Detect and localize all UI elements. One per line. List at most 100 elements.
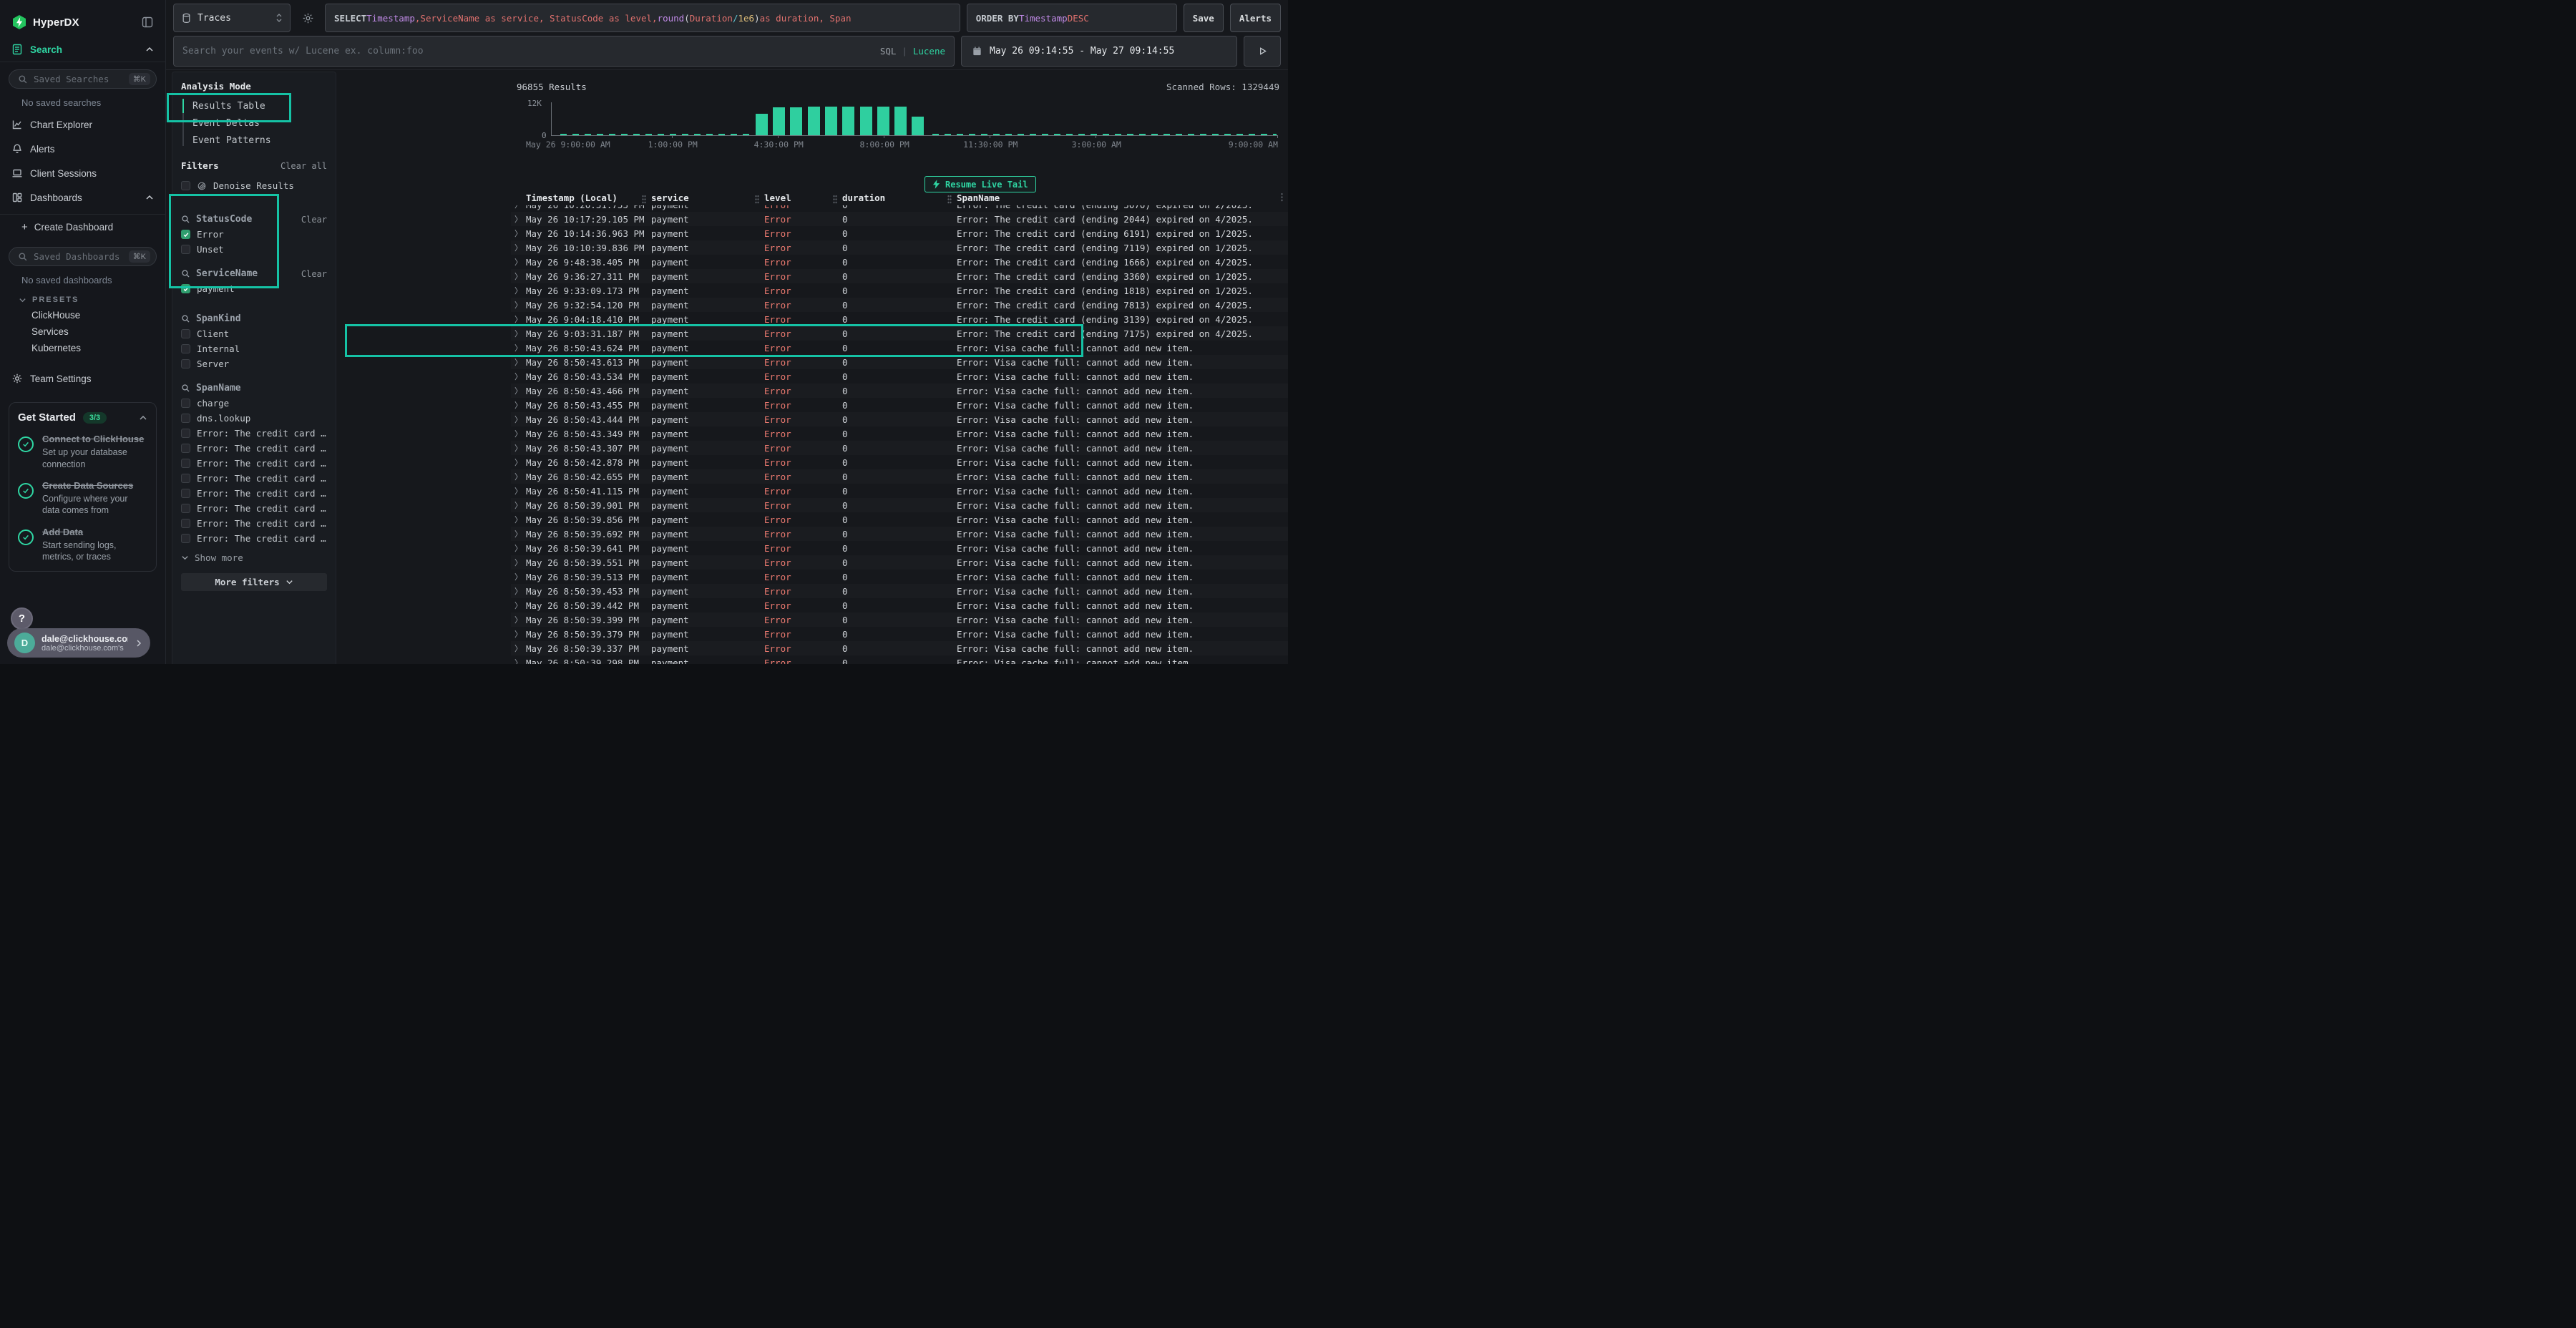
get-started-item[interactable]: Create Data SourcesConfigure where your …	[18, 480, 147, 517]
row-expand-chevron-icon[interactable]: 〉	[511, 342, 526, 353]
row-expand-chevron-icon[interactable]: 〉	[511, 499, 526, 511]
row-expand-chevron-icon[interactable]: 〉	[511, 600, 526, 611]
table-row[interactable]: 〉May 26 8:50:43.307 PMpaymentError0Error…	[511, 441, 1288, 455]
histogram-bar[interactable]	[756, 114, 768, 135]
histogram-bar[interactable]	[842, 107, 854, 135]
table-row[interactable]: 〉May 26 9:33:09.173 PMpaymentError0Error…	[511, 283, 1288, 298]
checkbox-unchecked[interactable]	[181, 519, 190, 528]
row-expand-chevron-icon[interactable]: 〉	[511, 643, 526, 654]
filter-option[interactable]: Error: The credit card …	[181, 531, 327, 546]
row-expand-chevron-icon[interactable]: 〉	[511, 456, 526, 468]
checkbox-unchecked[interactable]	[181, 444, 190, 453]
checkbox-unchecked[interactable]	[181, 181, 190, 190]
source-settings-gear-icon[interactable]	[297, 4, 318, 32]
table-row[interactable]: 〉May 26 8:50:39.337 PMpaymentError0Error…	[511, 641, 1288, 655]
filter-option[interactable]: Internal	[181, 341, 327, 356]
table-row[interactable]: 〉May 26 9:04:18.410 PMpaymentError0Error…	[511, 312, 1288, 326]
help-button[interactable]: ?	[11, 607, 33, 630]
checkbox-checked[interactable]	[181, 230, 190, 239]
table-row[interactable]: 〉May 26 8:50:43.466 PMpaymentError0Error…	[511, 384, 1288, 398]
table-options-dots-icon[interactable]	[1281, 192, 1283, 202]
preset-link-clickhouse[interactable]: ClickHouse	[0, 307, 165, 323]
filter-option[interactable]: Error	[181, 227, 327, 242]
filter-option[interactable]: Error: The credit card …	[181, 486, 327, 501]
preset-link-kubernetes[interactable]: Kubernetes	[0, 340, 165, 356]
analysis-mode-results-table[interactable]: Results Table	[185, 97, 327, 114]
histogram-bar[interactable]	[877, 107, 889, 135]
row-expand-chevron-icon[interactable]: 〉	[511, 585, 526, 597]
row-expand-chevron-icon[interactable]: 〉	[511, 328, 526, 339]
table-row[interactable]: 〉May 26 8:50:39.901 PMpaymentError0Error…	[511, 498, 1288, 512]
row-expand-chevron-icon[interactable]: 〉	[511, 270, 526, 282]
chevron-up-icon[interactable]	[139, 414, 147, 422]
row-expand-chevron-icon[interactable]: 〉	[511, 313, 526, 325]
analysis-mode-event-patterns[interactable]: Event Patterns	[185, 132, 327, 149]
table-row[interactable]: 〉May 26 8:50:42.878 PMpaymentError0Error…	[511, 455, 1288, 469]
histogram-bar[interactable]	[790, 107, 802, 135]
table-row[interactable]: 〉May 26 10:20:51.755 PMpaymentError0Erro…	[511, 205, 1288, 212]
table-row[interactable]: 〉May 26 10:10:39.836 PMpaymentError0Erro…	[511, 240, 1288, 255]
clear-all-link[interactable]: Clear all	[280, 161, 327, 171]
table-row[interactable]: 〉May 26 8:50:39.442 PMpaymentError0Error…	[511, 598, 1288, 612]
row-expand-chevron-icon[interactable]: 〉	[511, 213, 526, 225]
checkbox-unchecked[interactable]	[181, 414, 190, 423]
row-expand-chevron-icon[interactable]: 〉	[511, 414, 526, 425]
sidebar-item-dashboards[interactable]: Dashboards	[0, 185, 165, 210]
column-drag-handle-icon[interactable]	[833, 195, 837, 204]
row-expand-chevron-icon[interactable]: 〉	[511, 557, 526, 568]
table-row[interactable]: 〉May 26 8:50:41.115 PMpaymentError0Error…	[511, 484, 1288, 498]
filter-option[interactable]: Error: The credit card …	[181, 516, 327, 531]
table-row[interactable]: 〉May 26 9:36:27.311 PMpaymentError0Error…	[511, 269, 1288, 283]
run-query-button[interactable]	[1244, 36, 1281, 67]
sidebar-item-team-settings[interactable]: Team Settings	[0, 366, 165, 391]
column-drag-handle-icon[interactable]	[947, 195, 952, 204]
get-started-item[interactable]: Add DataStart sending logs, metrics, or …	[18, 527, 147, 563]
checkbox-unchecked[interactable]	[181, 329, 190, 338]
table-row[interactable]: 〉May 26 8:50:43.613 PMpaymentError0Error…	[511, 355, 1288, 369]
search-icon[interactable]	[181, 314, 190, 323]
table-row[interactable]: 〉May 26 10:14:36.963 PMpaymentError0Erro…	[511, 226, 1288, 240]
histogram-plot[interactable]: May 26 9:00:00 AM1:00:00 PM4:30:00 PM8:0…	[551, 102, 1278, 136]
filter-option[interactable]: Unset	[181, 242, 327, 257]
row-expand-chevron-icon[interactable]: 〉	[511, 385, 526, 396]
checkbox-unchecked[interactable]	[181, 534, 190, 543]
column-header-service[interactable]: service	[651, 192, 764, 203]
row-expand-chevron-icon[interactable]: 〉	[511, 528, 526, 540]
denoise-results-checkbox-row[interactable]: Denoise Results	[181, 178, 327, 193]
checkbox-unchecked[interactable]	[181, 344, 190, 353]
sidebar-item-chart-explorer[interactable]: Chart Explorer	[0, 112, 165, 137]
analysis-mode-event-deltas[interactable]: Event Deltas	[185, 114, 327, 132]
sidebar-item-alerts[interactable]: Alerts	[0, 137, 165, 161]
filter-option[interactable]: Client	[181, 326, 327, 341]
user-menu[interactable]: D dale@clickhouse.com dale@clickhouse.co…	[7, 628, 150, 658]
table-row[interactable]: 〉May 26 8:50:39.513 PMpaymentError0Error…	[511, 570, 1288, 584]
checkbox-unchecked[interactable]	[181, 474, 190, 483]
filter-option[interactable]: dns.lookup	[181, 411, 327, 426]
chevron-up-icon[interactable]	[145, 193, 154, 202]
row-expand-chevron-icon[interactable]: 〉	[511, 442, 526, 454]
row-expand-chevron-icon[interactable]: 〉	[511, 256, 526, 268]
table-row[interactable]: 〉May 26 8:50:39.641 PMpaymentError0Error…	[511, 541, 1288, 555]
column-header-duration[interactable]: duration	[842, 192, 957, 203]
row-expand-chevron-icon[interactable]: 〉	[511, 299, 526, 311]
filter-option[interactable]: Error: The credit card …	[181, 426, 327, 441]
row-expand-chevron-icon[interactable]: 〉	[511, 542, 526, 554]
row-expand-chevron-icon[interactable]: 〉	[511, 485, 526, 497]
filter-option[interactable]: payment	[181, 281, 327, 296]
row-expand-chevron-icon[interactable]: 〉	[511, 356, 526, 368]
table-row[interactable]: 〉May 26 8:50:43.534 PMpaymentError0Error…	[511, 369, 1288, 384]
source-select[interactable]: Traces	[173, 4, 291, 32]
histogram-bar[interactable]	[773, 107, 785, 135]
filter-option[interactable]: charge	[181, 396, 327, 411]
filter-option[interactable]: Error: The credit card …	[181, 501, 327, 516]
filter-option[interactable]: Error: The credit card …	[181, 441, 327, 456]
table-row[interactable]: 〉May 26 8:50:43.455 PMpaymentError0Error…	[511, 398, 1288, 412]
row-expand-chevron-icon[interactable]: 〉	[511, 514, 526, 525]
table-row[interactable]: 〉May 26 8:50:39.453 PMpaymentError0Error…	[511, 584, 1288, 598]
column-header-level[interactable]: level	[764, 192, 842, 203]
column-header-spanname[interactable]: SpanName	[957, 192, 1288, 203]
saved-dashboards-input[interactable]: Saved Dashboards ⌘K	[9, 247, 157, 266]
date-range-picker[interactable]: May 26 09:14:55 - May 27 09:14:55	[961, 36, 1237, 67]
filter-group-clear-link[interactable]: Clear	[301, 269, 327, 279]
table-row[interactable]: 〉May 26 8:50:43.349 PMpaymentError0Error…	[511, 426, 1288, 441]
